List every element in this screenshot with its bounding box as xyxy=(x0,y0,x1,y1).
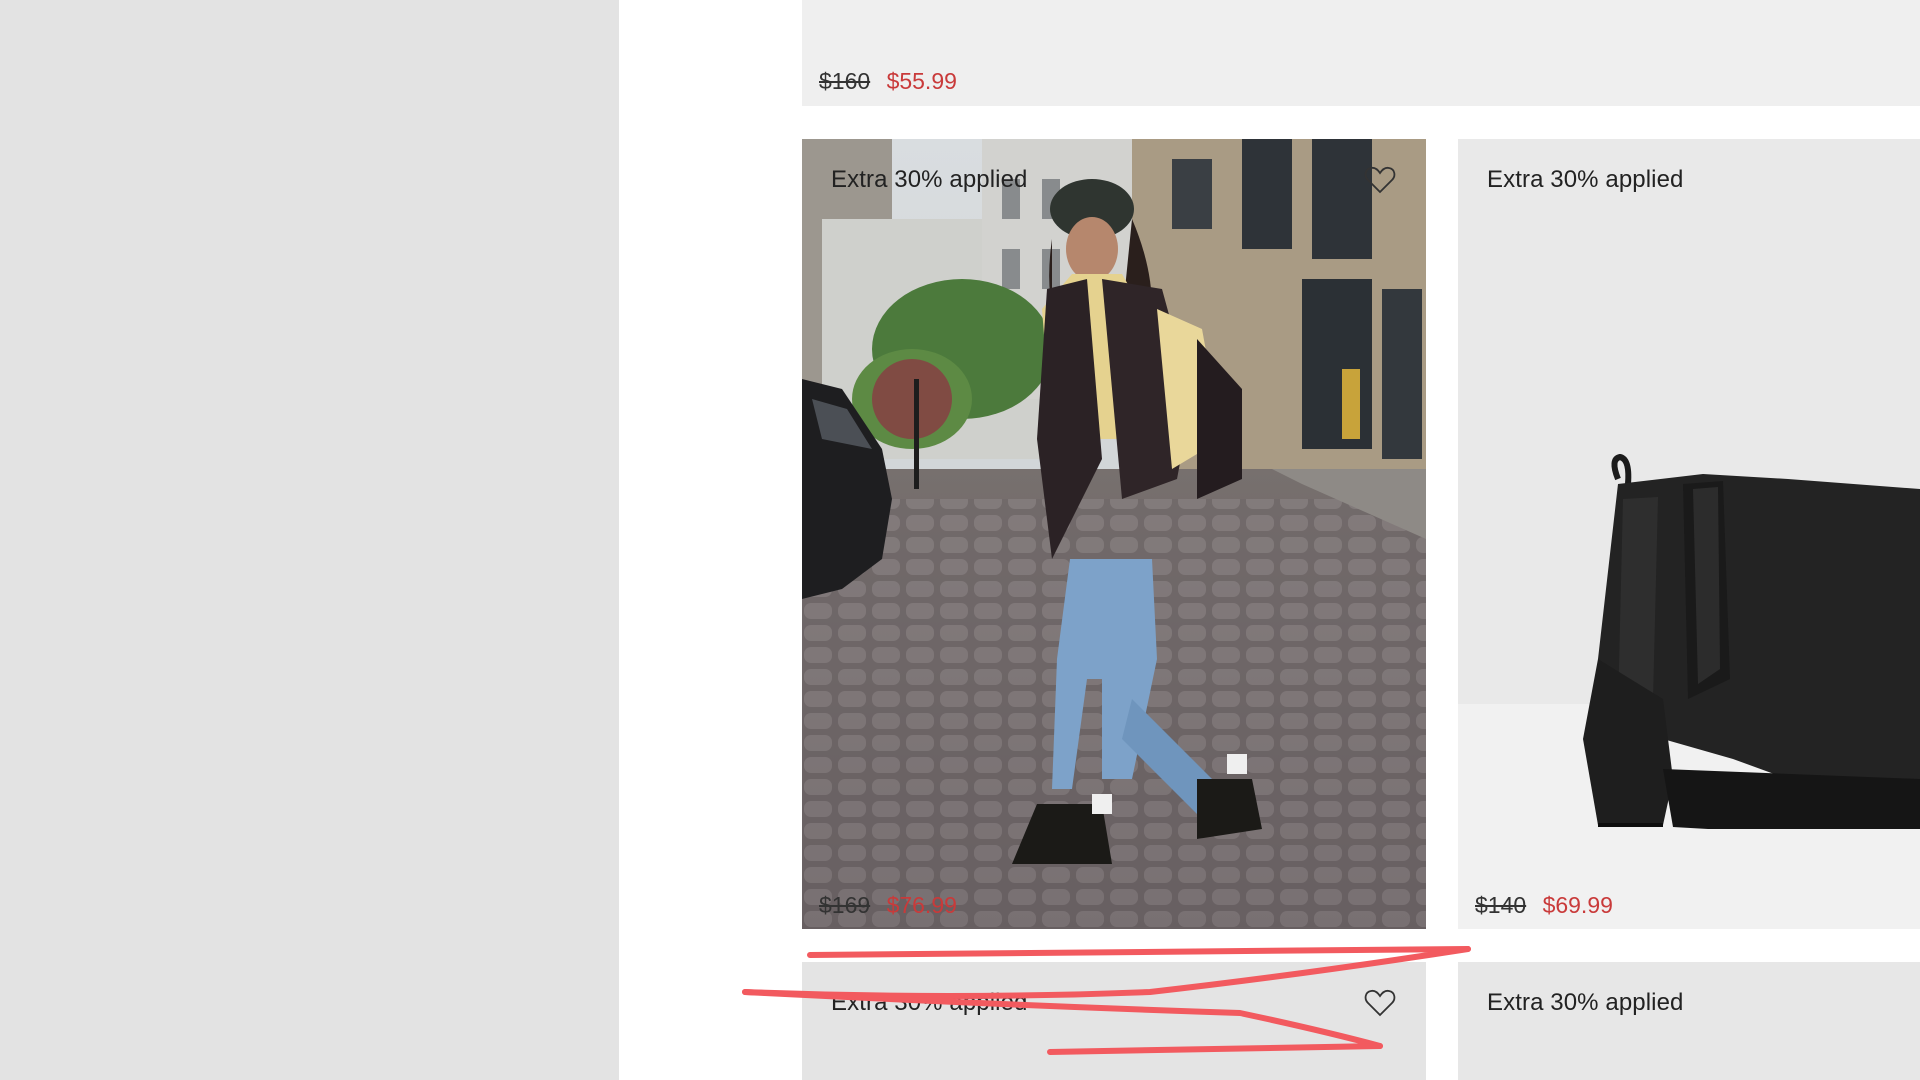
price-row: $160 $55.99 xyxy=(819,68,957,95)
product-card-street[interactable]: Extra 30% applied $169 $76.99 xyxy=(802,139,1426,929)
promo-badge: Extra 30% applied xyxy=(831,166,1028,193)
product-card-top[interactable]: $160 $55.99 xyxy=(802,0,1920,106)
promo-badge: Extra 30% applied xyxy=(831,989,1028,1016)
sale-price: $55.99 xyxy=(886,68,957,94)
heart-icon[interactable] xyxy=(1364,988,1396,1018)
side-panel xyxy=(0,0,619,1080)
product-image xyxy=(1583,453,1920,829)
heart-icon[interactable] xyxy=(1364,165,1396,195)
product-image xyxy=(802,139,1426,929)
price-row: $140 $69.99 xyxy=(1475,892,1613,919)
sale-price: $69.99 xyxy=(1542,892,1613,918)
original-price: $140 xyxy=(1475,892,1527,918)
product-grid: $160 $55.99 Extra 30% applied $169 $76.9… xyxy=(619,0,1920,1080)
product-card-bottom-right[interactable]: Extra 30% applied xyxy=(1458,962,1920,1080)
original-price: $160 xyxy=(819,68,871,94)
original-price: $169 xyxy=(819,892,871,918)
price-row: $169 $76.99 xyxy=(819,892,957,919)
sale-price: $76.99 xyxy=(886,892,957,918)
product-card-boot[interactable]: Extra 30% applied $140 $69.99 xyxy=(1458,139,1920,929)
promo-badge: Extra 30% applied xyxy=(1487,166,1684,193)
product-card-bottom-left[interactable]: Extra 30% applied xyxy=(802,962,1426,1080)
promo-badge: Extra 30% applied xyxy=(1487,989,1684,1016)
